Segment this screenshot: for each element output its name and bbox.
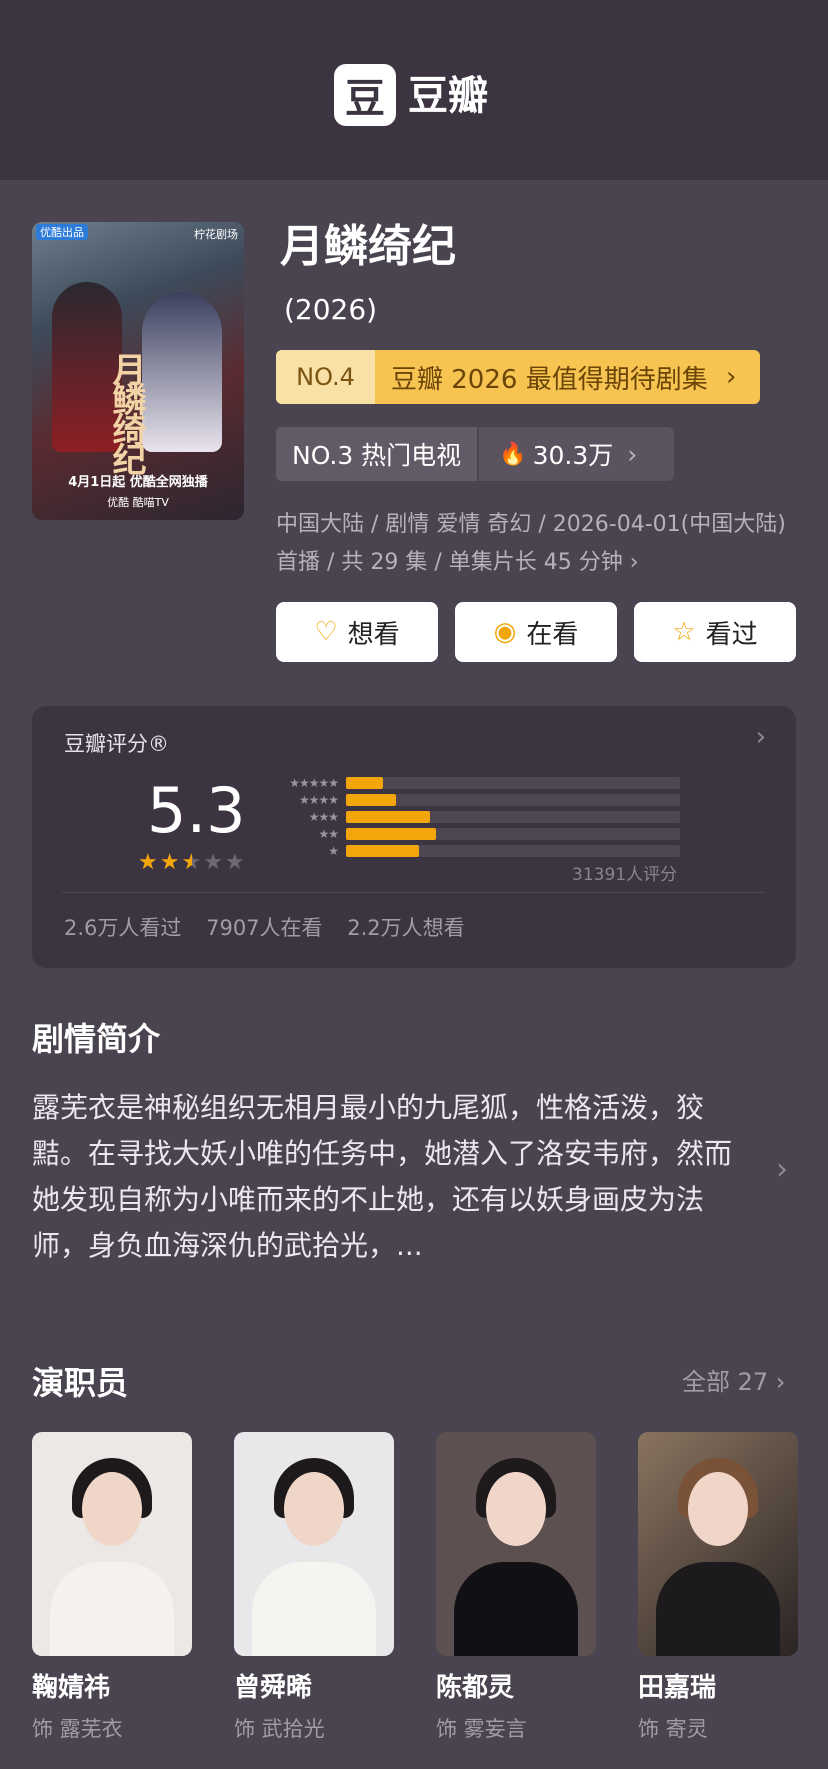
action-label: 想看 [347, 619, 400, 650]
face-shape [82, 1472, 142, 1546]
want-count: 2.2万人想看 [347, 916, 465, 940]
want-to-watch-button[interactable]: ♡ 想看 [276, 602, 438, 662]
cast-photo [32, 1432, 192, 1656]
watching-count: 7907人在看 [206, 916, 323, 940]
heart-plus-icon: ♡ [314, 617, 338, 647]
target-icon: ◉ [493, 617, 517, 647]
rating-bar-fill [346, 810, 430, 823]
cast-title: 演职员 [32, 1364, 129, 1402]
face-shape [284, 1472, 344, 1546]
show-title: 月鳞绮纪 [280, 221, 456, 272]
star-empty-icon: ★★ [203, 850, 247, 875]
rank-text: 豆瓣 2026 最值得期待剧集 [391, 364, 708, 395]
cast-role: 饰 寄灵 [638, 1717, 708, 1741]
hot-count-value: 30.3万 [532, 441, 614, 470]
cast-photo [638, 1432, 798, 1656]
cast-role: 饰 武拾光 [234, 1717, 325, 1741]
rating-bar-track [346, 844, 680, 857]
cast-name: 田嘉瑞 [638, 1673, 717, 1703]
body-shape [252, 1562, 376, 1656]
chevron-right-icon: › [627, 439, 638, 469]
cast-photo [436, 1432, 596, 1656]
rating-bar-fill [346, 827, 437, 840]
hot-count: 🔥 30.3万 › [477, 427, 674, 481]
douban-logo-icon: 豆 [334, 64, 396, 126]
action-label: 在看 [526, 619, 579, 650]
action-label: 看过 [705, 619, 758, 650]
poster-image[interactable]: 优酷出品 柠花剧场 月鳞绮纪 4月1日起 优酷全网独播 优酷 酷喵TV [32, 222, 244, 520]
rating-row: ★★★ [272, 808, 722, 825]
watching-button[interactable]: ◉ 在看 [455, 602, 617, 662]
rating-bar-track [346, 776, 680, 789]
show-info[interactable]: 中国大陆 / 剧情 爱情 奇幻 / 2026-04-01(中国大陆) 首播 / … [276, 506, 796, 582]
rating-bar-fill [346, 776, 383, 789]
star-half-icon: ★ [181, 850, 204, 875]
poster-date-line: 4月1日起 优酷全网独播 [68, 475, 208, 490]
cast-card[interactable]: 曾舜晞 饰 武拾光 [234, 1432, 394, 1744]
rating-count: 31391人评分 [572, 865, 678, 885]
star-filled-icon: ★★ [138, 850, 182, 875]
rating-bar-fill [346, 793, 397, 806]
rating-row: ★★ [272, 825, 722, 842]
cast-name: 曾舜晞 [234, 1673, 313, 1703]
cast-name: 鞠婧祎 [32, 1673, 111, 1703]
star-level-label: ★★ [318, 826, 339, 841]
star-level-label: ★★★★ [298, 792, 339, 807]
rating-label: 豆瓣评分® [64, 732, 169, 756]
ranking-banner[interactable]: NO.4 豆瓣 2026 最值得期待剧集 › [276, 350, 760, 404]
rating-bar-track [346, 810, 680, 823]
synopsis-text[interactable]: 露芜衣是神秘组织无相月最小的九尾狐，性格活泼，狡黠。在寻找大妖小唯的任务中，她潜… [32, 1085, 748, 1269]
chevron-right-icon[interactable]: › [776, 1152, 788, 1187]
poster-tag: 优酷出品 [36, 224, 88, 240]
hot-tv-rank: NO.3 热门电视 [276, 427, 478, 481]
chevron-right-icon: › [755, 722, 766, 752]
chevron-right-icon: › [726, 362, 737, 392]
rank-number: NO.4 [276, 350, 375, 404]
poster-platforms: 优酷 酷喵TV [107, 496, 169, 509]
app-header: 豆 豆瓣 [0, 0, 828, 180]
rating-bar-track [346, 793, 680, 806]
rating-row: ★★★★ [272, 791, 722, 808]
rating-distribution: ★★★★★ ★★★★ ★★★ ★★ ★ [272, 774, 722, 859]
synopsis-title: 剧情简介 [32, 1020, 161, 1058]
cast-card[interactable]: 陈都灵 饰 雾妄言 [436, 1432, 596, 1744]
cast-role: 饰 露芜衣 [32, 1717, 123, 1741]
watched-button[interactable]: ☆ 看过 [634, 602, 796, 662]
body-shape [50, 1562, 174, 1656]
rating-stars: ★★★★★ [138, 850, 247, 875]
divider [62, 892, 764, 893]
watched-count: 2.6万人看过 [64, 916, 182, 940]
show-year: (2026) [284, 293, 378, 326]
face-shape [688, 1472, 748, 1546]
star-level-label: ★★★ [308, 809, 339, 824]
poster-studio: 柠花剧场 [194, 228, 238, 241]
rating-row: ★★★★★ [272, 774, 722, 791]
cast-name: 陈都灵 [436, 1673, 515, 1703]
star-outline-icon: ☆ [672, 617, 696, 647]
star-level-label: ★★★★★ [289, 775, 339, 790]
cast-all-link[interactable]: 全部 27 › [682, 1362, 785, 1397]
audience-stats: 2.6万人看过 7907人在看 2.2万人想看 [64, 912, 483, 942]
face-shape [486, 1472, 546, 1546]
app-title: 豆瓣 [408, 73, 488, 119]
poster-figure [142, 292, 222, 452]
poster-title-art: 月鳞绮纪 [106, 352, 146, 472]
cast-card[interactable]: 田嘉瑞 饰 寄灵 [638, 1432, 798, 1744]
star-level-label: ★ [328, 843, 339, 858]
cast-role: 饰 雾妄言 [436, 1717, 527, 1741]
rating-bar-fill [346, 844, 420, 857]
rating-bar-track [346, 827, 680, 840]
body-shape [656, 1562, 780, 1656]
cast-photo [234, 1432, 394, 1656]
body-shape [454, 1562, 578, 1656]
cast-card[interactable]: 鞠婧祎 饰 露芜衣 [32, 1432, 192, 1744]
rating-row: ★ [272, 842, 722, 859]
rating-card[interactable]: 豆瓣评分® › 5.3 ★★★★★ ★★★★★ ★★★★ ★★★ ★★ ★ 31… [32, 706, 796, 968]
hot-tv-banner[interactable]: NO.3 热门电视 🔥 30.3万 › [276, 427, 674, 481]
rating-score: 5.3 [147, 774, 246, 847]
fire-icon: 🔥 [499, 441, 527, 467]
